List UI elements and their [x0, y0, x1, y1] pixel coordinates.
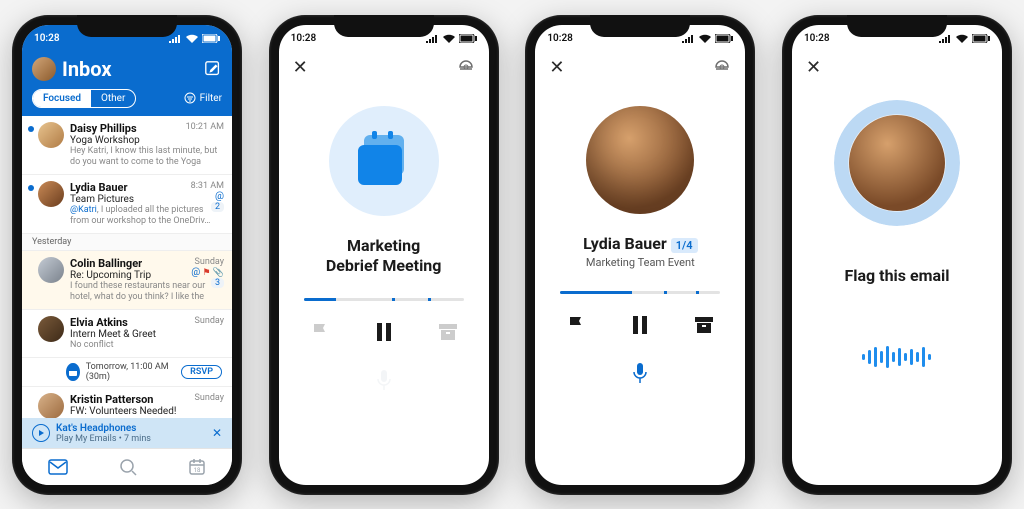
search-tab[interactable] [119, 458, 137, 476]
compose-icon[interactable] [204, 60, 222, 78]
rsvp-button[interactable]: RSVP [181, 365, 222, 379]
pause-button[interactable] [373, 321, 395, 343]
phone-play-event: 10:28 ✕ Marketing Debrief Meeting [269, 15, 499, 495]
archive-button[interactable] [437, 321, 459, 343]
voice-command-text: Flag this email [844, 266, 949, 285]
clock: 10:28 [547, 33, 573, 44]
calendar-icon [66, 363, 80, 381]
signal-icon [425, 34, 439, 43]
tab-bar: 18 [22, 448, 232, 485]
flag-button[interactable] [309, 321, 331, 343]
attachment-icon: 📎 [213, 268, 224, 278]
wifi-icon [955, 34, 969, 44]
battery-icon [459, 34, 477, 43]
phone-inbox: 10:28 Inbox Focused Other Filter [12, 15, 242, 495]
wifi-icon [442, 34, 456, 44]
event-circle [329, 106, 439, 216]
signal-icon [938, 34, 952, 43]
tab-focused[interactable]: Focused [33, 90, 91, 107]
battery-icon [202, 34, 220, 43]
wifi-icon [185, 34, 199, 44]
email-item[interactable]: Lydia Bauer Team Pictures @Katri, I uplo… [22, 175, 232, 234]
email-item[interactable]: Colin Ballinger Re: Upcoming Trip I foun… [22, 251, 232, 310]
count-badge: 1/4 [671, 238, 698, 253]
signal-icon [681, 34, 695, 43]
sender-avatar [38, 316, 64, 342]
flag-icon: ⚑ [202, 268, 210, 278]
avatar[interactable] [32, 57, 56, 81]
mention-icon: @ [191, 191, 224, 202]
progress-bar[interactable] [304, 298, 464, 301]
wifi-icon [698, 34, 712, 44]
flag-button[interactable] [565, 314, 587, 336]
section-header: Yesterday [22, 234, 232, 251]
cast-icon[interactable] [713, 58, 731, 76]
close-button[interactable]: ✕ [293, 57, 308, 78]
sender-name: Lydia Bauer1/4 [583, 234, 697, 254]
close-button[interactable]: ✕ [806, 57, 821, 78]
inbox-header: Inbox Focused Other Filter [22, 53, 232, 116]
signal-icon [168, 34, 182, 43]
clock: 10:28 [34, 33, 60, 44]
email-list: Daisy Phillips Yoga Workshop Hey Katri, … [22, 116, 232, 426]
mic-button[interactable] [632, 362, 648, 384]
calendar-icon [358, 135, 410, 187]
phone-play-email: 10:28 ✕ Lydia Bauer1/4 Marketing Team Ev… [525, 15, 755, 495]
voice-waveform [862, 345, 931, 369]
phone-flag-voice: 10:28 ✕ Flag this email [782, 15, 1012, 495]
email-item[interactable]: Daisy Phillips Yoga Workshop Hey Katri, … [22, 116, 232, 175]
play-emails-banner[interactable]: Kat's Headphones Play My Emails • 7 mins… [22, 418, 232, 449]
unread-dot [28, 185, 34, 191]
close-icon[interactable]: ✕ [212, 426, 222, 440]
progress-bar[interactable] [560, 291, 720, 294]
sender-avatar [38, 393, 64, 419]
sender-photo [586, 106, 694, 214]
listening-ring [834, 100, 960, 226]
mail-tab[interactable] [48, 459, 68, 475]
event-title: Marketing Debrief Meeting [326, 236, 442, 276]
calendar-snippet[interactable]: Tomorrow, 11:00 AM (30m) RSVP [22, 358, 232, 387]
clock: 10:28 [291, 33, 317, 44]
sender-photo [849, 115, 945, 211]
tab-other[interactable]: Other [91, 90, 135, 107]
close-button[interactable]: ✕ [549, 57, 564, 78]
filter-button[interactable]: Filter [184, 92, 222, 104]
mention-icon: @ [191, 267, 200, 278]
email-item[interactable]: Elvia Atkins Intern Meet & Greet No conf… [22, 310, 232, 358]
unread-dot [28, 126, 34, 132]
email-subject: Marketing Team Event [586, 256, 695, 269]
mic-button[interactable] [376, 369, 392, 391]
battery-icon [715, 34, 733, 43]
calendar-tab[interactable]: 18 [188, 458, 206, 476]
sender-avatar [38, 257, 64, 283]
play-icon[interactable] [32, 424, 50, 442]
archive-button[interactable] [693, 314, 715, 336]
pause-button[interactable] [629, 314, 651, 336]
cast-icon[interactable] [457, 58, 475, 76]
svg-text:18: 18 [194, 467, 201, 474]
page-title: Inbox [62, 57, 198, 81]
sender-avatar [38, 122, 64, 148]
clock: 10:28 [804, 33, 830, 44]
focus-tabs[interactable]: Focused Other [32, 89, 136, 108]
filter-icon [184, 92, 196, 104]
battery-icon [972, 34, 990, 43]
sender-avatar [38, 181, 64, 207]
